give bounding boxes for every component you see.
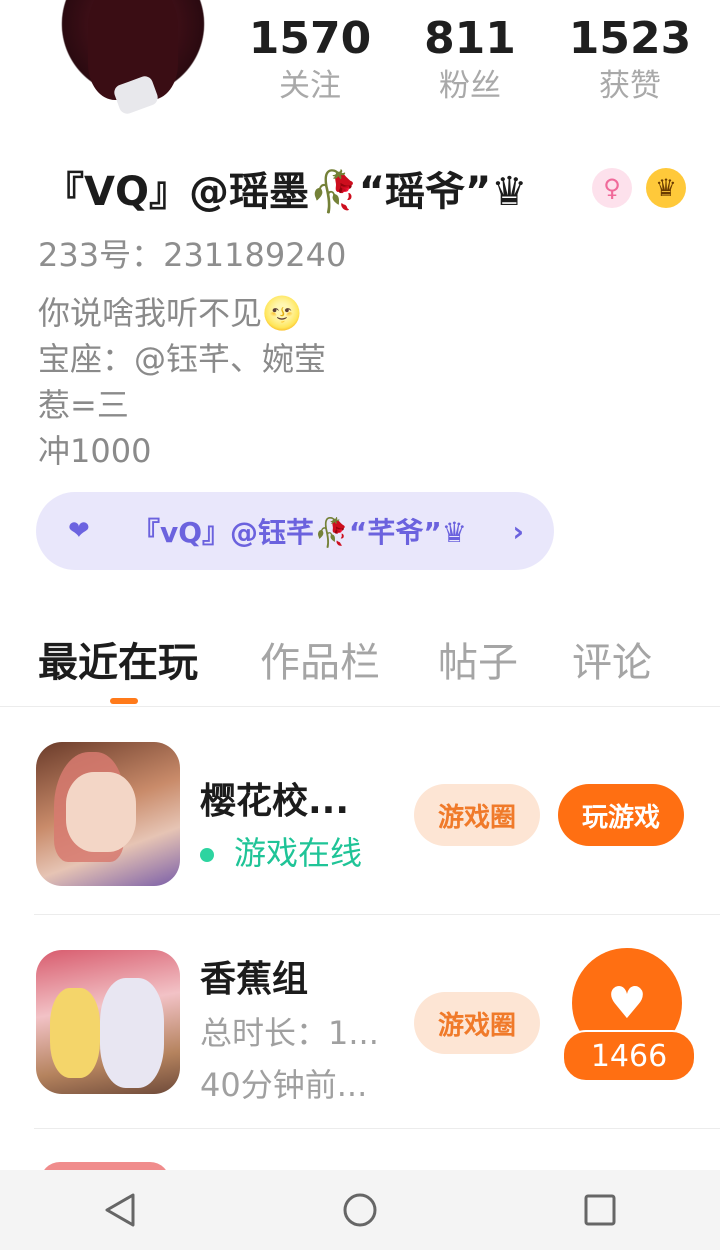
game-last-played: 40分钟前... xyxy=(200,1066,368,1104)
game-circle-button[interactable]: 游戏圈 xyxy=(414,784,540,846)
home-icon[interactable] xyxy=(320,1170,400,1250)
stat-followers-count: 811 xyxy=(424,13,516,64)
tab-indicator xyxy=(110,698,138,704)
stat-following-label: 关注 xyxy=(279,68,341,104)
game-status-label: 游戏在线 xyxy=(234,834,363,872)
stat-followers-label: 粉丝 xyxy=(439,68,501,104)
stat-following[interactable]: 1570 关注 xyxy=(235,14,385,124)
game-list-item[interactable]: 樱花校... 游戏在线 游戏圈 玩游戏 xyxy=(34,742,720,892)
tab-recently-played[interactable]: 最近在玩 xyxy=(38,630,198,688)
bio-line: 惹=三 xyxy=(38,386,129,424)
game-art xyxy=(100,978,164,1088)
online-dot-icon xyxy=(200,848,214,862)
heart-icon: ♥ xyxy=(607,977,647,1029)
bio-line: 冲1000 xyxy=(38,432,152,470)
game-art xyxy=(50,988,100,1078)
stat-likes-count: 1523 xyxy=(568,13,692,64)
game-circle-button[interactable]: 游戏圈 xyxy=(414,992,540,1054)
tab-comments[interactable]: 评论 xyxy=(572,630,652,688)
game-art xyxy=(66,772,136,852)
game-duration: 总时长：1... xyxy=(200,1014,379,1052)
nickname-row: 『VQ』@瑶墨🥀“瑶爷”♛ ♀ ♛ xyxy=(44,158,694,218)
like-count: 1466 xyxy=(562,1030,696,1082)
nickname: 『VQ』@瑶墨🥀“瑶爷”♛ xyxy=(44,169,528,215)
relationship-label: 『vQ』@钰芊🥀“芊爷”♛ xyxy=(132,516,467,549)
bio: 你说啥我听不见🌝 宝座：@钰芊、婉莹 惹=三 冲1000 xyxy=(38,290,326,474)
divider xyxy=(34,914,720,915)
heart-icon: ❤ xyxy=(68,516,90,546)
avatar[interactable] xyxy=(48,0,218,120)
bio-line: 你说啥我听不见🌝 xyxy=(38,294,302,332)
tab-works[interactable]: 作品栏 xyxy=(260,630,380,688)
user-id[interactable]: 233号：231189240 xyxy=(38,230,346,276)
profile-stats: 1570 关注 811 粉丝 1523 获赞 xyxy=(230,14,710,124)
game-status: 游戏在线 xyxy=(200,828,362,874)
game-icon[interactable] xyxy=(36,742,180,886)
game-title: 樱花校... xyxy=(200,781,350,822)
stat-likes[interactable]: 1523 获赞 xyxy=(555,14,705,124)
tab-posts[interactable]: 帖子 xyxy=(438,630,518,688)
game-title: 香蕉组 xyxy=(200,959,309,1000)
chevron-right-icon: › xyxy=(512,514,524,548)
gender-female-icon: ♀ xyxy=(592,168,632,208)
recent-apps-icon[interactable] xyxy=(560,1170,640,1250)
system-navbar xyxy=(0,1170,720,1250)
stat-followers[interactable]: 811 粉丝 xyxy=(395,14,545,124)
back-icon[interactable] xyxy=(80,1170,160,1250)
bio-line: 宝座：@钰芊、婉莹 xyxy=(38,340,327,378)
game-icon[interactable] xyxy=(36,950,180,1094)
divider xyxy=(34,1128,720,1129)
relationship-card[interactable]: ❤ 『vQ』@钰芊🥀“芊爷”♛ › xyxy=(36,492,554,570)
stat-likes-label: 获赞 xyxy=(599,68,661,104)
stat-following-count: 1570 xyxy=(248,13,372,64)
play-game-button[interactable]: 玩游戏 xyxy=(558,784,684,846)
crown-badge-icon[interactable]: ♛ xyxy=(646,168,686,208)
profile-tabs: 最近在玩 作品栏 帖子 评论 xyxy=(0,630,720,707)
